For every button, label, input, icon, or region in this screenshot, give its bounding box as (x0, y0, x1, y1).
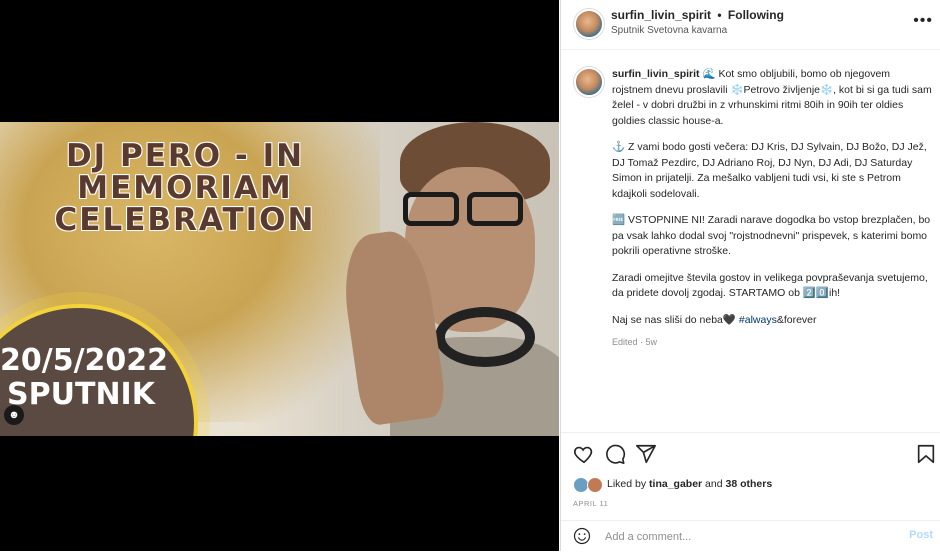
likes-others-link[interactable]: 38 others (726, 478, 773, 490)
caption-last-prefix: Naj se nas sliši do neba🖤 (612, 313, 739, 326)
caption-area: surfin_livin_spirit 🌊 Kot smo obljubili,… (561, 60, 940, 432)
comment-icon[interactable] (604, 443, 626, 465)
portrait-headphones (435, 307, 535, 367)
post-location[interactable]: Sputnik Svetovna kavarna (611, 25, 727, 36)
edited-timestamp: Edited · 5w (612, 337, 658, 347)
poster-image: DJ PERO - IN MEMORIAM CELEBRATION 20/5/2… (0, 122, 559, 436)
bookmark-icon[interactable] (915, 443, 937, 465)
caption-last-suffix: &forever (776, 313, 817, 326)
smiley-icon[interactable] (573, 527, 591, 545)
action-bar (561, 432, 940, 473)
liker-avatar[interactable] (587, 477, 603, 493)
header-user-row: surfin_livin_spirit • Following (611, 8, 784, 22)
share-icon[interactable] (635, 443, 657, 465)
comment-input[interactable] (603, 528, 897, 546)
caption-paragraph-4: Zaradi omejitve števila gostov in velike… (612, 271, 931, 300)
header-username[interactable]: surfin_livin_spirit (611, 8, 711, 22)
likes-prefix: Liked by (607, 478, 650, 490)
caption-paragraph-3: 🆓 VSTOPNINE NI! Zaradi narave dogodka bo… (612, 214, 934, 257)
liker-username[interactable]: tina_gaber (649, 478, 702, 490)
poster-title: DJ PERO - IN MEMORIAM CELEBRATION (54, 138, 316, 238)
poster-date-line: 20/5/2022 (0, 343, 169, 378)
comment-bar: Post (561, 520, 940, 552)
caption-last-line: Naj se nas sliši do neba🖤 #always&foreve… (612, 313, 932, 329)
header-separator: • (717, 8, 722, 22)
portrait-glasses (393, 192, 533, 228)
caption-author-avatar[interactable] (574, 67, 604, 97)
author-avatar[interactable] (574, 9, 604, 39)
poster-venue-line: SPUTNIK (7, 377, 155, 412)
dj-portrait (345, 122, 559, 436)
caption-text: surfin_livin_spirit 🌊 Kot smo obljubili,… (612, 67, 932, 351)
post-header: surfin_livin_spirit • Following Sputnik … (561, 0, 940, 50)
likes-middle: and (702, 478, 726, 490)
post-date[interactable]: APRIL 11 (573, 499, 608, 508)
heart-icon[interactable] (573, 443, 595, 465)
post-comment-button[interactable]: Post (909, 529, 933, 541)
tagged-users-icon[interactable]: ☻ (4, 405, 24, 425)
caption-username[interactable]: surfin_livin_spirit (612, 68, 700, 80)
more-options-icon[interactable]: ••• (913, 12, 933, 30)
likes-text: Liked by tina_gaber and 38 others (607, 478, 772, 490)
caption-paragraph-2: ⚓ Z vami bodo gosti večera: DJ Kris, DJ … (612, 141, 930, 200)
hashtag-link[interactable]: #always (739, 314, 777, 326)
post-media[interactable]: DJ PERO - IN MEMORIAM CELEBRATION 20/5/2… (0, 0, 559, 551)
caption-paragraph: surfin_livin_spirit 🌊 Kot smo obljubili,… (612, 67, 932, 129)
following-button[interactable]: Following (728, 8, 784, 22)
poster-date: 20/5/2022 SPUTNIK (0, 343, 169, 412)
post-side-panel: surfin_livin_spirit • Following Sputnik … (560, 0, 940, 551)
